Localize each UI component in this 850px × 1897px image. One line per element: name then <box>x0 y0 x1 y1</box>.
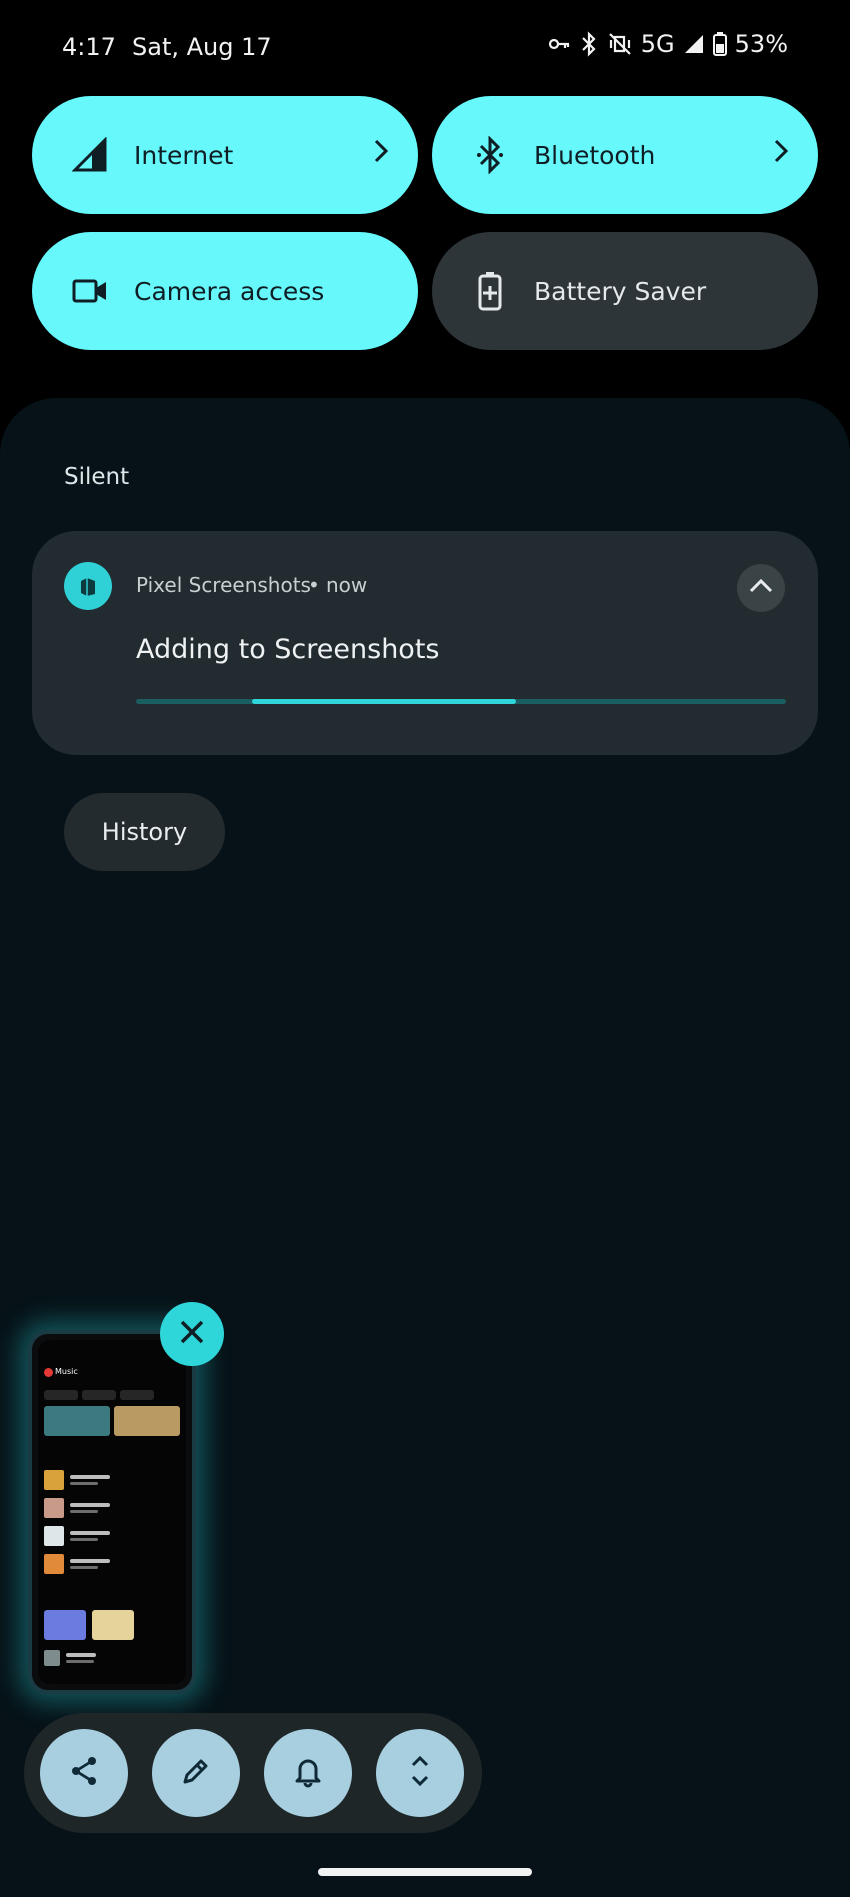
tile-camera-access[interactable]: Camera access <box>32 232 418 350</box>
screenshot-thumbnail[interactable]: Music <box>28 1330 196 1694</box>
status-date: Sat, Aug 17 <box>132 33 272 61</box>
dismiss-screenshot-button[interactable] <box>160 1302 224 1366</box>
notification-title: Adding to Screenshots <box>136 634 440 665</box>
vpn-key-icon <box>547 32 571 56</box>
battery-plus-icon <box>468 269 512 313</box>
status-icons: 5G 53% <box>547 30 788 58</box>
chevron-right-icon <box>774 139 789 169</box>
tile-label: Camera access <box>134 276 325 306</box>
vibrate-off-icon <box>607 31 633 57</box>
tile-label: Bluetooth <box>534 140 656 170</box>
progress-bar <box>136 699 786 704</box>
music-app-logo: Music <box>44 1367 78 1377</box>
notification-app-name: Pixel Screenshots <box>136 573 311 597</box>
thumbnail-card <box>44 1406 110 1436</box>
edit-icon <box>179 1754 213 1792</box>
thumbnail-card <box>44 1610 86 1640</box>
expand-icon <box>405 1754 435 1792</box>
history-button[interactable]: History <box>64 793 225 871</box>
tile-label: Battery Saver <box>534 276 707 306</box>
home-gesture-bar[interactable] <box>318 1868 532 1876</box>
status-time: 4:17 <box>62 33 116 61</box>
bluetooth-icon <box>468 133 512 177</box>
chevron-up-icon <box>749 578 773 598</box>
close-icon <box>178 1318 206 1350</box>
thumbnail-card <box>92 1610 134 1640</box>
notification-time: now <box>326 573 368 597</box>
thumbnail-row <box>44 1526 110 1546</box>
videocam-icon <box>68 269 112 313</box>
collapse-button[interactable] <box>737 564 785 612</box>
screenshot-action-bar <box>24 1713 482 1833</box>
bell-icon <box>291 1754 325 1792</box>
progress-indicator <box>252 699 516 704</box>
thumbnail-row <box>44 1554 110 1574</box>
edit-button[interactable] <box>152 1729 240 1817</box>
notification-card[interactable]: Pixel Screenshots • now Adding to Screen… <box>32 531 818 755</box>
tile-bluetooth[interactable]: Bluetooth <box>432 96 818 214</box>
signal-icon <box>683 33 705 55</box>
separator-dot: • <box>308 573 320 597</box>
section-title-silent: Silent <box>64 464 130 490</box>
expand-button[interactable] <box>376 1729 464 1817</box>
remind-button[interactable] <box>264 1729 352 1817</box>
thumbnail-row <box>44 1650 96 1666</box>
signal-icon <box>68 133 112 177</box>
battery-percent: 53% <box>734 30 788 58</box>
thumbnail-row <box>44 1470 110 1490</box>
thumbnail-row <box>44 1498 110 1518</box>
network-type: 5G <box>640 30 675 58</box>
tile-internet[interactable]: Internet <box>32 96 418 214</box>
bluetooth-icon <box>579 31 599 57</box>
share-icon <box>67 1754 101 1792</box>
thumbnail-chips <box>44 1390 154 1400</box>
tile-label: Internet <box>134 140 234 170</box>
battery-icon <box>712 32 727 56</box>
tile-battery-saver[interactable]: Battery Saver <box>432 232 818 350</box>
chevron-right-icon <box>374 139 389 169</box>
thumbnail-image: Music <box>38 1340 186 1684</box>
pixel-screenshots-icon <box>64 562 112 610</box>
thumbnail-card <box>114 1406 180 1436</box>
status-bar: 4:17 Sat, Aug 17 5G 53% <box>0 0 850 96</box>
share-button[interactable] <box>40 1729 128 1817</box>
